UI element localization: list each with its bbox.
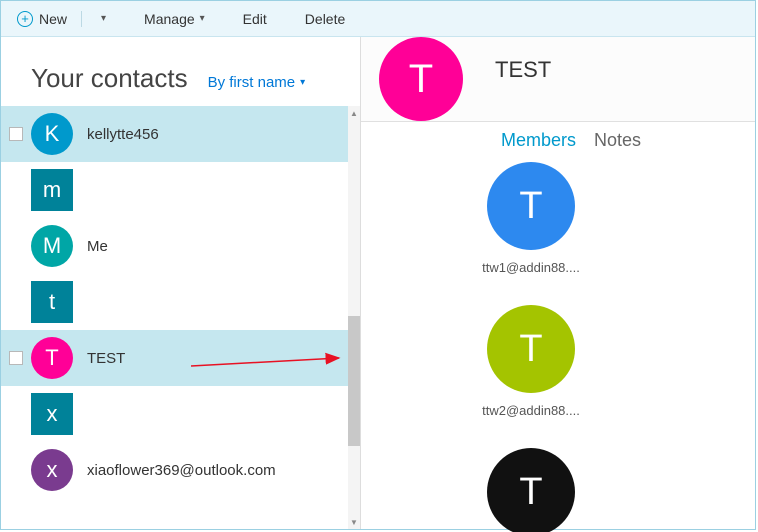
avatar: T bbox=[31, 337, 73, 379]
member-card[interactable]: Tttw2@addin88.... bbox=[471, 305, 591, 418]
scroll-down-icon[interactable]: ▼ bbox=[348, 515, 360, 529]
contact-row[interactable]: m bbox=[1, 162, 348, 218]
sort-label: By first name bbox=[208, 74, 296, 91]
checkbox[interactable] bbox=[9, 127, 23, 141]
avatar: T bbox=[487, 162, 575, 250]
edit-button[interactable]: Edit bbox=[235, 5, 275, 33]
separator bbox=[81, 11, 82, 27]
new-dropdown-button[interactable]: ▾ bbox=[88, 5, 114, 33]
member-label: ttw1@addin88.... bbox=[482, 260, 580, 275]
detail-avatar: T bbox=[379, 37, 463, 121]
avatar: T bbox=[487, 448, 575, 532]
detail-header: T TEST bbox=[361, 37, 755, 122]
scrollbar[interactable]: ▲ ▼ bbox=[348, 106, 360, 529]
avatar: M bbox=[31, 225, 73, 267]
manage-label: Manage bbox=[144, 11, 195, 27]
avatar: m bbox=[31, 169, 73, 211]
new-button[interactable]: + New bbox=[9, 5, 75, 33]
sort-button[interactable]: By first name ▾ bbox=[208, 74, 306, 91]
delete-label: Delete bbox=[305, 11, 345, 27]
contact-row[interactable]: T TEST bbox=[1, 330, 348, 386]
contact-row[interactable]: x xiaoflower369@outlook.com bbox=[1, 442, 348, 498]
member-label: ttw2@addin88.... bbox=[482, 403, 580, 418]
contact-list-title: Your contacts bbox=[31, 63, 188, 94]
contact-row[interactable]: Kkellytte456 bbox=[1, 106, 348, 162]
chevron-down-icon: ▾ bbox=[300, 77, 305, 88]
scroll-up-icon[interactable]: ▲ bbox=[348, 106, 360, 120]
contact-label: xiaoflower369@outlook.com bbox=[87, 462, 276, 479]
contact-row[interactable]: t bbox=[1, 274, 348, 330]
contact-label: Me bbox=[87, 238, 108, 255]
edit-label: Edit bbox=[243, 11, 267, 27]
avatar: T bbox=[487, 305, 575, 393]
members-grid: Tttw1@addin88....Tttw2@addin88....Tttw3@… bbox=[361, 122, 661, 532]
checkbox[interactable] bbox=[9, 351, 23, 365]
chevron-down-icon: ▾ bbox=[200, 13, 205, 24]
plus-icon: + bbox=[17, 11, 33, 27]
avatar: x bbox=[31, 449, 73, 491]
toolbar: + New ▾ Manage ▾ Edit Delete bbox=[1, 1, 755, 37]
chevron-down-icon: ▾ bbox=[101, 13, 106, 24]
contact-label: kellytte456 bbox=[87, 126, 159, 143]
new-label: New bbox=[39, 11, 67, 27]
detail-tabs: Members Notes bbox=[361, 123, 755, 157]
contact-label: TEST bbox=[87, 350, 125, 367]
contact-row[interactable]: M Me bbox=[1, 218, 348, 274]
detail-pane: T TEST Members Notes Tttw1@addin88....Tt… bbox=[361, 37, 755, 529]
avatar: x bbox=[31, 393, 73, 435]
avatar: t bbox=[31, 281, 73, 323]
scroll-thumb[interactable] bbox=[348, 316, 360, 446]
member-card[interactable]: Tttw3@addin88.... bbox=[471, 448, 591, 532]
tab-members[interactable]: Members bbox=[501, 130, 576, 151]
avatar: K bbox=[31, 113, 73, 155]
contact-list-pane: Your contacts By first name ▾ Kkellytte4… bbox=[1, 37, 361, 529]
member-card[interactable]: Tttw1@addin88.... bbox=[471, 162, 591, 275]
detail-title: TEST bbox=[495, 57, 551, 83]
contact-row[interactable]: x bbox=[1, 386, 348, 442]
manage-button[interactable]: Manage ▾ bbox=[136, 5, 213, 33]
delete-button[interactable]: Delete bbox=[297, 5, 353, 33]
tab-notes[interactable]: Notes bbox=[594, 130, 641, 151]
